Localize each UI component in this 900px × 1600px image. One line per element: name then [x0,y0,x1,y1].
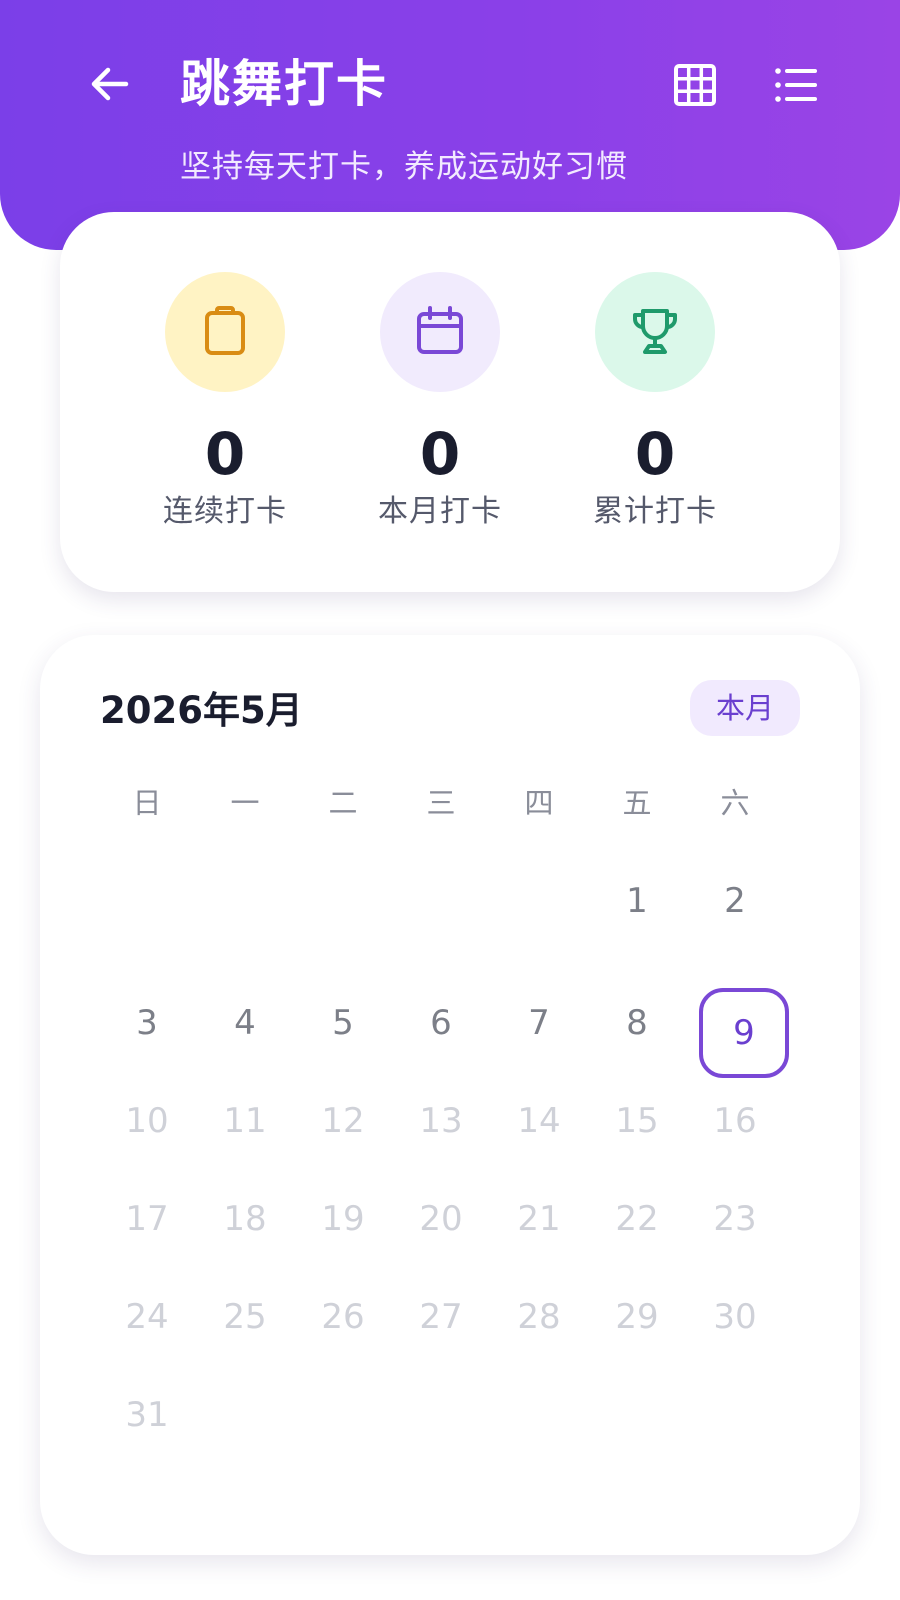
calendar-day[interactable]: 21 [489,1174,589,1264]
calendar-day[interactable]: 15 [587,1076,687,1166]
current-month-button[interactable]: 本月 [690,680,800,736]
calendar-day[interactable]: 13 [391,1076,491,1166]
grid-view-button[interactable] [670,60,720,110]
stat-value: 0 [204,420,246,488]
clipboard-icon [205,306,245,355]
calendar-day[interactable]: 20 [391,1174,491,1264]
month-title: 2026年5月 [100,689,303,732]
stat-icon-circle [595,272,715,392]
calendar-day[interactable]: 26 [293,1272,393,1362]
stat-label: 本月打卡 [378,494,502,529]
list-view-button[interactable] [770,60,820,110]
page-title: 跳舞打卡 [180,55,388,113]
weekday-sat: 六 [720,786,750,820]
stat-icon-circle [380,272,500,392]
calendar-day[interactable]: 25 [195,1272,295,1362]
weekday-wed: 三 [426,786,456,820]
calendar-day[interactable]: 14 [489,1076,589,1166]
calendar-day[interactable]: 18 [195,1174,295,1264]
stat-streak: 0 连续打卡 [115,212,335,530]
weekday-thu: 四 [524,786,554,820]
calendar-day[interactable]: 19 [293,1174,393,1264]
calendar-day[interactable]: 7 [489,978,589,1068]
stat-value: 0 [419,420,461,488]
stat-label: 连续打卡 [163,494,287,529]
stat-this-month: 0 本月打卡 [330,212,550,530]
calendar-day[interactable]: 24 [97,1272,197,1362]
stat-label: 累计打卡 [593,494,717,529]
calendar-card: 2026年5月 本月 日 一 二 三 四 五 六 1 2 3 4 5 6 7 8… [40,635,860,1555]
calendar-day[interactable]: 17 [97,1174,197,1264]
calendar-day[interactable]: 29 [587,1272,687,1362]
calendar-day[interactable]: 2 [685,856,785,946]
calendar-day[interactable]: 22 [587,1174,687,1264]
calendar-day[interactable]: 6 [391,978,491,1068]
calendar-day-today[interactable]: 9 [694,988,794,1078]
calendar-day[interactable]: 12 [293,1076,393,1166]
calendar-day[interactable]: 8 [587,978,687,1068]
calendar-icon [417,306,463,354]
calendar-day[interactable]: 1 [587,856,687,946]
trophy-icon [633,309,677,354]
calendar-day[interactable]: 4 [195,978,295,1068]
calendar-day[interactable]: 10 [97,1076,197,1166]
weekday-fri: 五 [622,786,652,820]
arrow-left-icon [91,67,129,101]
back-button[interactable] [84,58,136,110]
stats-card: 0 连续打卡 0 本月打卡 0 累计打卡 [60,212,840,592]
calendar-day[interactable]: 30 [685,1272,785,1362]
calendar-day[interactable]: 16 [685,1076,785,1166]
calendar-day[interactable]: 28 [489,1272,589,1362]
header-subtitle: 坚持每天打卡，养成运动好习惯 [180,149,628,185]
calendar-day[interactable]: 3 [97,978,197,1068]
weekday-mon: 一 [230,786,260,820]
stat-total: 0 累计打卡 [545,212,765,530]
weekday-tue: 二 [328,786,358,820]
grid-icon [674,64,716,106]
calendar-day[interactable]: 31 [97,1370,197,1460]
calendar-day[interactable]: 5 [293,978,393,1068]
list-icon [775,68,817,102]
weekday-sun: 日 [132,786,162,820]
calendar-day[interactable]: 11 [195,1076,295,1166]
stat-value: 0 [634,420,676,488]
calendar-day[interactable]: 27 [391,1272,491,1362]
stat-icon-circle [165,272,285,392]
calendar-day[interactable]: 23 [685,1174,785,1264]
